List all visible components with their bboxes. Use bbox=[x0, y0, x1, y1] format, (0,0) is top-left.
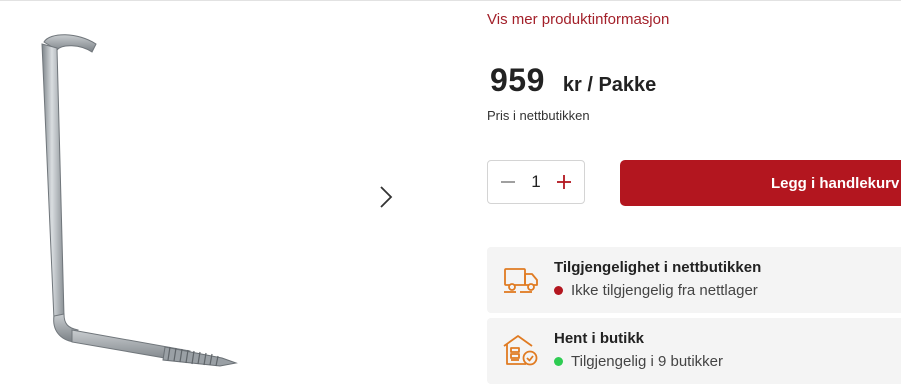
next-image-button[interactable] bbox=[372, 179, 400, 215]
online-availability-status-text: Ikke tilgjengelig fra nettlager bbox=[571, 282, 758, 299]
chevron-right-icon bbox=[380, 186, 393, 208]
plus-icon bbox=[557, 175, 571, 189]
status-dot-unavailable bbox=[554, 286, 563, 295]
store-pickup-title: Hent i butikk bbox=[554, 330, 645, 347]
product-image bbox=[41, 34, 238, 367]
price-unit: kr / Pakke bbox=[562, 74, 657, 96]
price-note: Pris i nettbutikken bbox=[487, 108, 590, 123]
store-pickup-card[interactable]: Hent i butikk Tilgjengelig i 9 butikker bbox=[487, 318, 901, 384]
store-pickup-status: Tilgjengelig i 9 butikker bbox=[554, 353, 723, 370]
price-amount: 959 bbox=[490, 62, 545, 98]
add-to-cart-button[interactable]: Legg i handlekurv bbox=[620, 160, 901, 206]
quantity-value[interactable]: 1 bbox=[531, 172, 540, 192]
status-dot-available bbox=[554, 357, 563, 366]
quantity-stepper: 1 bbox=[487, 160, 585, 204]
online-availability-status: Ikke tilgjengelig fra nettlager bbox=[554, 282, 758, 299]
more-product-info-link[interactable]: Vis mer produktinformasjon bbox=[487, 11, 669, 28]
minus-icon bbox=[501, 181, 515, 183]
store-pickup-status-text: Tilgjengelig i 9 butikker bbox=[571, 353, 724, 370]
increase-quantity-button[interactable] bbox=[554, 172, 574, 192]
store-pickup-icon bbox=[503, 335, 538, 366]
decrease-quantity-button[interactable] bbox=[498, 172, 518, 192]
product-gallery bbox=[0, 4, 420, 391]
online-availability-title: Tilgjengelighet i nettbutikken bbox=[554, 259, 762, 276]
online-availability-card: Tilgjengelighet i nettbutikken Ikke tilg… bbox=[487, 247, 901, 313]
delivery-truck-icon bbox=[504, 268, 538, 293]
price: 959 kr / Pakke bbox=[490, 62, 656, 99]
